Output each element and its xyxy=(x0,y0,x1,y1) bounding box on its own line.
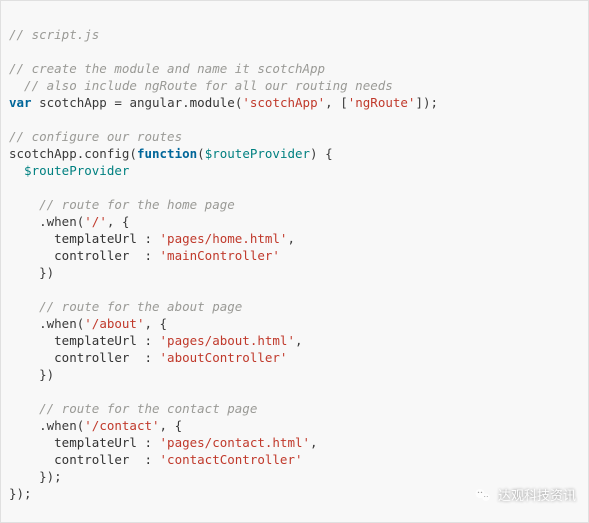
punct: ) { xyxy=(310,146,333,161)
string: 'scotchApp' xyxy=(242,95,325,110)
punct: ( xyxy=(197,146,205,161)
punct: , { xyxy=(107,214,130,229)
comment-line: // also include ngRoute for all our rout… xyxy=(9,78,393,93)
identifier: angular xyxy=(129,95,182,110)
code-text: controller : xyxy=(9,350,160,365)
string: 'contactController' xyxy=(160,452,303,467)
string: 'aboutController' xyxy=(160,350,288,365)
punct: , { xyxy=(160,418,183,433)
string: 'pages/home.html' xyxy=(160,231,288,246)
code-text: scotchApp.config( xyxy=(9,146,137,161)
punct: , xyxy=(287,231,295,246)
punct: , [ xyxy=(325,95,348,110)
param-routeprovider: $routeProvider xyxy=(205,146,310,161)
punct: = xyxy=(114,95,129,110)
code-text: .when( xyxy=(9,418,84,433)
punct: , xyxy=(310,435,318,450)
punct: . xyxy=(182,95,190,110)
watermark-text: 达观科技资讯 xyxy=(498,487,576,504)
string: '/' xyxy=(84,214,107,229)
watermark: 达观科技资讯 xyxy=(474,486,576,504)
comment-line: // configure our routes xyxy=(9,129,182,144)
code-text: .when( xyxy=(9,214,84,229)
comment-line: // route for the home page xyxy=(9,197,235,212)
punct: }); xyxy=(9,469,62,484)
punct: , xyxy=(295,333,303,348)
code-text: controller : xyxy=(9,452,160,467)
routeprovider-ref: $routeProvider xyxy=(9,163,129,178)
code-text: .when( xyxy=(9,316,84,331)
fn-module: module xyxy=(190,95,235,110)
comment-line: // script.js xyxy=(9,27,99,42)
punct: }); xyxy=(9,486,32,501)
code-text: controller : xyxy=(9,248,160,263)
code-text: templateUrl : xyxy=(9,435,160,450)
keyword-var: var xyxy=(9,95,32,110)
string: '/about' xyxy=(84,316,144,331)
identifier: scotchApp xyxy=(32,95,115,110)
comment-line: // create the module and name it scotchA… xyxy=(9,61,325,76)
keyword-function: function xyxy=(137,146,197,161)
punct: , { xyxy=(144,316,167,331)
punct: }) xyxy=(9,367,54,382)
code-block: // script.js // create the module and na… xyxy=(1,1,588,510)
string: '/contact' xyxy=(84,418,159,433)
wechat-icon xyxy=(474,486,492,504)
punct: ]); xyxy=(415,95,438,110)
comment-line: // route for the about page xyxy=(9,299,242,314)
string: 'pages/contact.html' xyxy=(160,435,311,450)
string: 'pages/about.html' xyxy=(160,333,295,348)
punct: }) xyxy=(9,265,54,280)
code-text: templateUrl : xyxy=(9,333,160,348)
comment-line: // route for the contact page xyxy=(9,401,257,416)
code-text: templateUrl : xyxy=(9,231,160,246)
string: 'ngRoute' xyxy=(348,95,416,110)
string: 'mainController' xyxy=(160,248,280,263)
